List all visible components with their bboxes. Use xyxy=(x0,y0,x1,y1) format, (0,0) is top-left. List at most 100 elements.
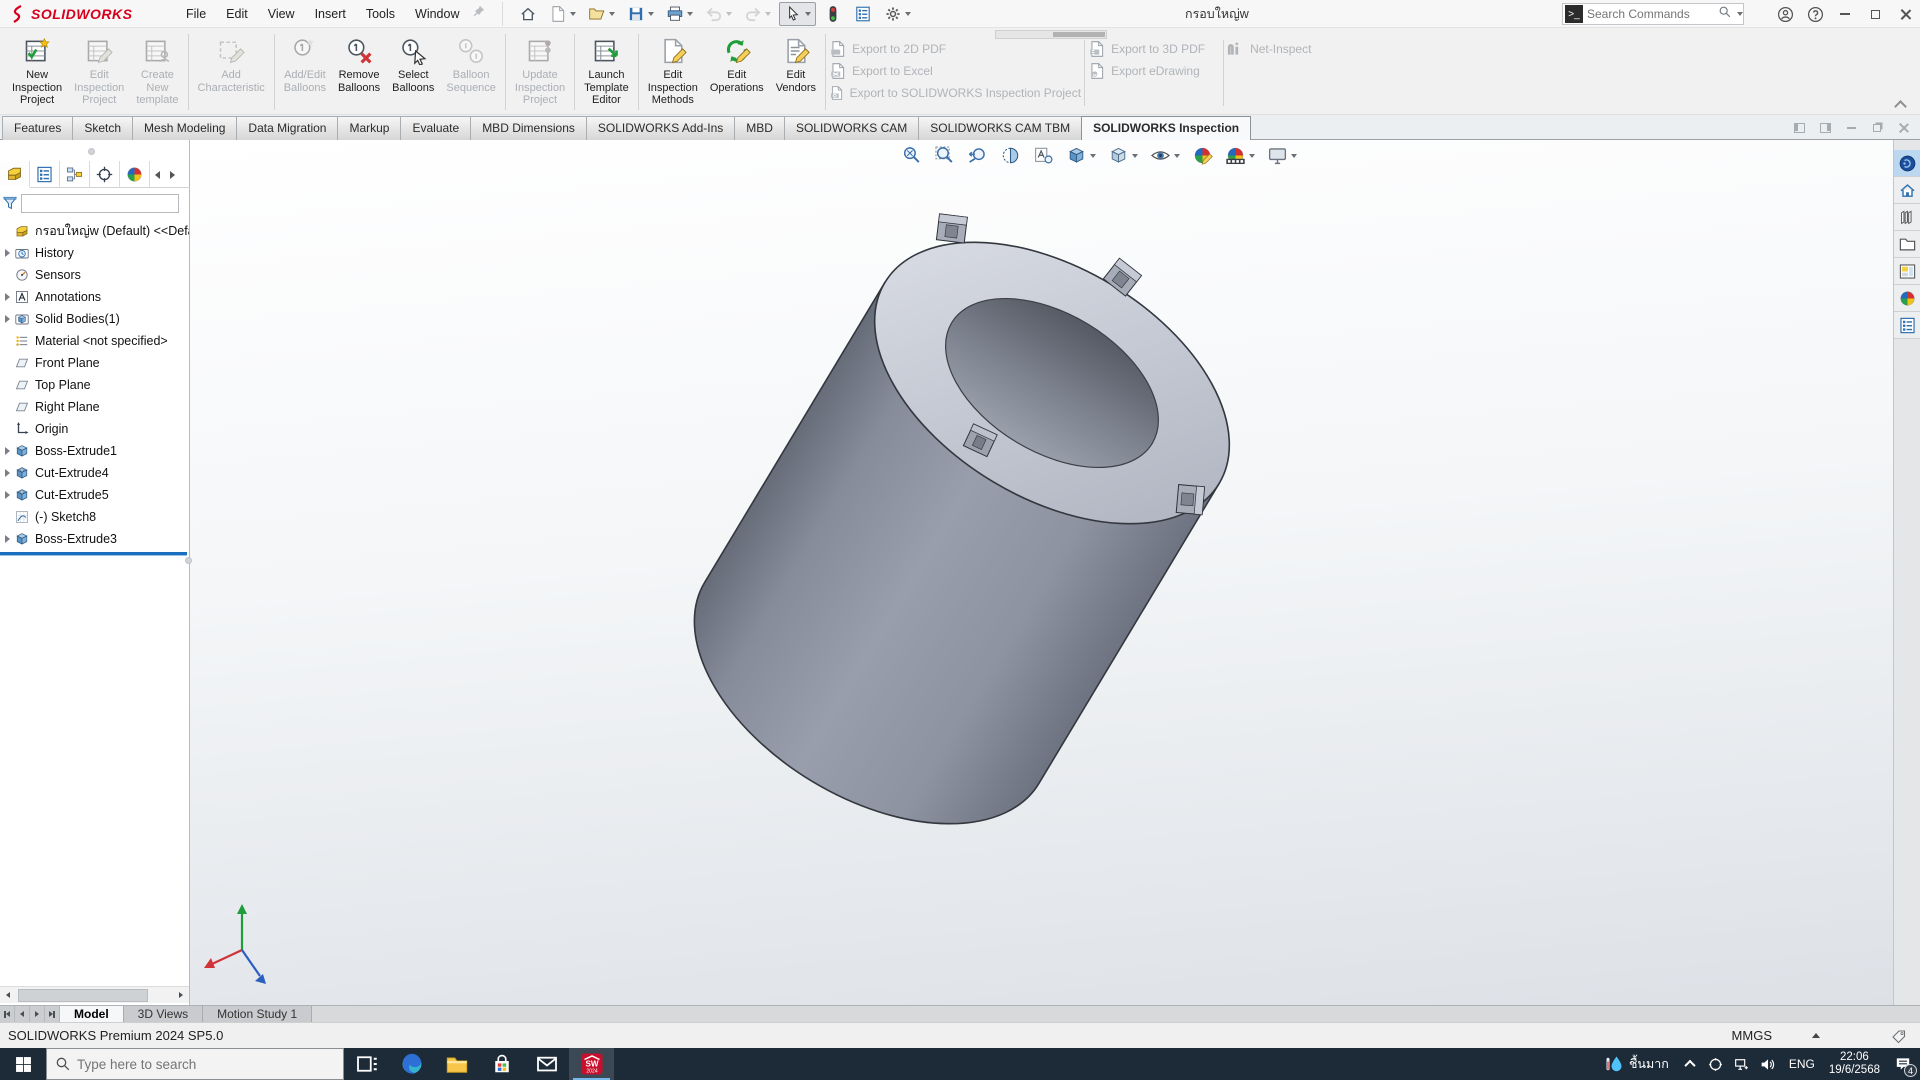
clip-lug[interactable] xyxy=(1176,485,1204,515)
tree-filter-input[interactable] xyxy=(21,194,179,213)
taskbar-mail-button[interactable] xyxy=(524,1048,569,1080)
tree-item-sensors[interactable]: Sensors xyxy=(0,264,189,286)
view-orientation-button[interactable] xyxy=(1062,143,1100,168)
model-tab-3d-views[interactable]: 3D Views xyxy=(124,1006,203,1022)
tree-item-boss-extrude3[interactable]: Boss-Extrude3 xyxy=(0,528,189,550)
ribbon-edit-vendors-button[interactable]: EditVendors xyxy=(770,32,822,94)
tree-item-annotations[interactable]: Annotations xyxy=(0,286,189,308)
action-center-button[interactable]: 4 xyxy=(1886,1048,1920,1080)
tab-solidworks-add-ins[interactable]: SOLIDWORKS Add-Ins xyxy=(586,116,735,140)
tree-item-solid-bodies-1-[interactable]: Solid Bodies(1) xyxy=(0,308,189,330)
part-model-canvas[interactable] xyxy=(190,140,1893,1005)
ribbon-export-to-2d-pdf-button[interactable]: Export to 2D PDF xyxy=(829,38,1081,59)
collapse-ribbon-button[interactable] xyxy=(1894,100,1906,108)
taskpane-sw-resources-home-button[interactable] xyxy=(1894,177,1920,204)
ribbon-export-to-3d-pdf-button[interactable]: Export to 3D PDF xyxy=(1088,38,1220,59)
tree-item-history[interactable]: History xyxy=(0,242,189,264)
ribbon-addedit-balloons-button[interactable]: Add/EditBalloons xyxy=(278,32,332,94)
ribbon-export-to-solidworks-inspection-project-button[interactable]: Export to SOLIDWORKS Inspection Project xyxy=(829,82,1081,103)
qat-open-doc-button[interactable] xyxy=(584,3,619,25)
clip-lug[interactable] xyxy=(936,214,967,243)
tree-root-item[interactable]: กรอบใหญ่w (Default) <<Default>_Displ xyxy=(0,220,189,242)
ribbon-scrollbar[interactable] xyxy=(995,30,1107,39)
tag-icon[interactable] xyxy=(1890,1028,1908,1044)
search-commands-input[interactable] xyxy=(1583,7,1718,21)
ribbon-new-inspection-project-button[interactable]: NewInspectionProject xyxy=(6,32,68,107)
taskbar-solidworks-button[interactable]: SW2024 xyxy=(569,1048,614,1080)
show-hidden-icons-button[interactable] xyxy=(1677,1048,1703,1080)
ribbon-create-new-template-button[interactable]: CreateNewtemplate xyxy=(130,32,184,107)
scroll-thumb[interactable] xyxy=(18,989,148,1002)
annotation-visibility-button[interactable] xyxy=(1029,143,1058,168)
tab-sketch[interactable]: Sketch xyxy=(72,116,133,140)
tab-evaluate[interactable]: Evaluate xyxy=(400,116,471,140)
taskbar-edge-button[interactable] xyxy=(389,1048,434,1080)
start-button[interactable] xyxy=(0,1048,46,1080)
menu-edit[interactable]: Edit xyxy=(216,2,258,26)
graphics-viewport[interactable] xyxy=(190,140,1893,1005)
panel-tab-display-manager[interactable] xyxy=(120,161,150,188)
taskpane-view-palette-button[interactable] xyxy=(1894,258,1920,285)
taskpane-custom-properties-button[interactable] xyxy=(1894,312,1920,339)
next-tab-button[interactable] xyxy=(30,1006,45,1022)
tray-tray-app-button[interactable] xyxy=(1703,1048,1729,1080)
view-settings-button[interactable] xyxy=(1263,143,1301,168)
prev-tab-button[interactable] xyxy=(15,1006,30,1022)
ribbon-export-edrawing-button[interactable]: Export eDrawing xyxy=(1088,60,1220,81)
tab-mesh-modeling[interactable]: Mesh Modeling xyxy=(132,116,237,140)
minimize-button[interactable] xyxy=(1830,0,1860,28)
hide-show-items-button[interactable] xyxy=(1146,143,1184,168)
qat-redo-button[interactable] xyxy=(740,3,775,25)
tree-item-boss-extrude1[interactable]: Boss-Extrude1 xyxy=(0,440,189,462)
qat-undo-button[interactable] xyxy=(701,3,736,25)
qat-save-doc-button[interactable] xyxy=(623,3,658,25)
language-indicator[interactable]: ENG xyxy=(1781,1057,1823,1071)
tree-item-material-not-specified-[interactable]: Material <not specified> xyxy=(0,330,189,352)
ribbon-launch-template-editor-button[interactable]: LaunchTemplateEditor xyxy=(578,32,635,107)
taskbar-store-button[interactable] xyxy=(479,1048,524,1080)
tree-item-origin[interactable]: Origin xyxy=(0,418,189,440)
display-style-button[interactable] xyxy=(1104,143,1142,168)
menu-insert[interactable]: Insert xyxy=(305,2,356,26)
model-tab-model[interactable]: Model xyxy=(60,1006,124,1022)
doc-close-button[interactable] xyxy=(1890,117,1916,139)
ribbon-balloon-sequence-button[interactable]: BalloonSequence xyxy=(440,32,502,94)
tree-item-top-plane[interactable]: Top Plane xyxy=(0,374,189,396)
tab-solidworks-cam[interactable]: SOLIDWORKS CAM xyxy=(784,116,919,140)
qat-print-doc-button[interactable] xyxy=(662,3,697,25)
panel-tab-dimxpert[interactable] xyxy=(90,161,120,188)
search-commands-box[interactable]: >_ xyxy=(1562,3,1744,25)
qat-options-gear-button[interactable] xyxy=(880,3,915,25)
units-caret[interactable] xyxy=(1812,1033,1820,1038)
first-tab-button[interactable] xyxy=(0,1006,15,1022)
scroll-right-arrow[interactable] xyxy=(173,988,189,1003)
tab-markup[interactable]: Markup xyxy=(337,116,401,140)
units-selector[interactable]: MMGS xyxy=(1732,1028,1772,1043)
search-dropdown-caret[interactable] xyxy=(1737,12,1743,16)
scroll-left-arrow[interactable] xyxy=(0,988,16,1003)
qat-file-properties-button[interactable] xyxy=(850,3,876,25)
tree-splitter-grip[interactable] xyxy=(185,557,192,564)
tree-horizontal-scrollbar[interactable] xyxy=(0,986,189,1003)
tab-solidworks-inspection[interactable]: SOLIDWORKS Inspection xyxy=(1081,116,1251,141)
taskbar-file-explorer-button[interactable] xyxy=(434,1048,479,1080)
panel-tab-custom-properties[interactable] xyxy=(30,161,60,188)
tab-data-migration[interactable]: Data Migration xyxy=(236,116,338,140)
model-tab-motion-study-1[interactable]: Motion Study 1 xyxy=(203,1006,312,1022)
close-button[interactable] xyxy=(1890,0,1920,28)
tab-solidworks-cam-tbm[interactable]: SOLIDWORKS CAM TBM xyxy=(918,116,1082,140)
login-button[interactable] xyxy=(1770,0,1800,28)
tray-volume-button[interactable] xyxy=(1755,1048,1781,1080)
ribbon-add-characteristic-button[interactable]: AddCharacteristic xyxy=(192,32,271,94)
restore-button[interactable] xyxy=(1860,0,1890,28)
taskbar-clock[interactable]: 22:06 19/6/2568 xyxy=(1823,1051,1886,1077)
rollback-bar[interactable] xyxy=(0,552,187,555)
section-view-button[interactable] xyxy=(996,143,1025,168)
menu-file[interactable]: File xyxy=(176,2,216,26)
ribbon-remove-balloons-button[interactable]: RemoveBalloons xyxy=(332,32,386,94)
qat-select-cursor-button[interactable] xyxy=(779,2,816,26)
menu-tools[interactable]: Tools xyxy=(356,2,405,26)
taskpane-appearances-scenes-button[interactable] xyxy=(1894,285,1920,312)
taskbar-search-box[interactable] xyxy=(46,1048,344,1080)
dock-pane-left-button[interactable] xyxy=(1786,117,1812,139)
